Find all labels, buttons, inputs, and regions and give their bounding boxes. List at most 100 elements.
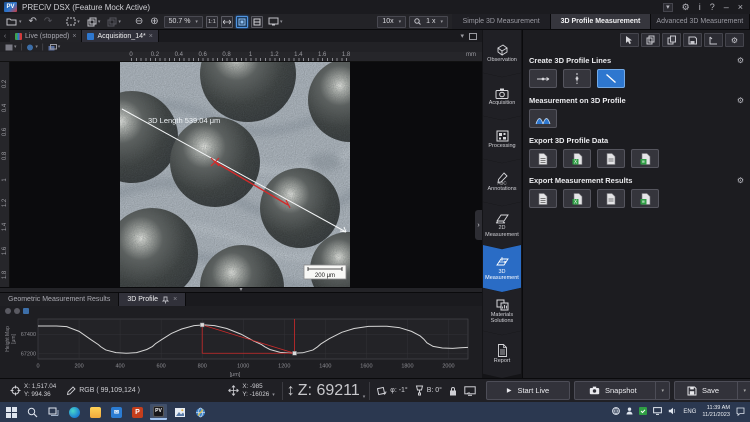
measurement-settings-icon[interactable]: ⚙ (737, 96, 744, 105)
horizontal-profile-line-button[interactable] (529, 69, 557, 88)
objective-select[interactable]: 10x▾ (377, 16, 406, 28)
powerpoint-icon[interactable]: P (129, 404, 146, 420)
help-icon[interactable]: ? (710, 3, 715, 12)
tab-live[interactable]: Live (stopped) × (10, 30, 82, 42)
z-position-readout[interactable]: ↕ Z: 69211 ▾ (282, 382, 370, 400)
fit-view-button[interactable] (236, 16, 248, 28)
display-monitor-button[interactable]: ▾ (266, 15, 285, 28)
zoom-in-button[interactable]: ⊕ (148, 15, 160, 28)
chart-export-icon[interactable] (23, 308, 29, 314)
nav-observation[interactable]: Observation (483, 30, 521, 77)
copy-measurement-button[interactable] (641, 33, 660, 47)
precv-app-icon[interactable]: PV (150, 404, 167, 420)
titlebar-dropdown-icon[interactable]: ▾ (663, 3, 673, 12)
nav-3d-measurement[interactable]: 3D Measurement (483, 245, 521, 292)
height-profile-chart[interactable]: 0200400600800100012001400160018002000672… (0, 315, 482, 378)
layers-button[interactable]: ▾ (48, 44, 61, 51)
tray-volume-icon[interactable] (668, 407, 677, 417)
tray-status-icon[interactable] (639, 407, 647, 417)
panel-collapse-handle[interactable]: › (475, 210, 482, 240)
tab-list-dropdown-icon[interactable]: ▾ (460, 32, 464, 40)
notification-monitor-icon[interactable] (464, 386, 476, 396)
select-tool-button[interactable]: ▾ (64, 15, 82, 28)
zoom-out-button[interactable]: ⊖ (133, 15, 145, 28)
taskbar-search-icon[interactable] (24, 404, 41, 420)
tab-3d-profile[interactable]: 3D Profile × (119, 293, 186, 306)
settings-gear-icon[interactable]: ⚙ (682, 3, 690, 12)
tray-user-icon[interactable] (626, 407, 633, 417)
nav-processing[interactable]: Processing (483, 116, 521, 163)
action-center-icon[interactable] (736, 407, 745, 418)
microscope-image[interactable]: 3D Length 539.04 μm 200 μm (120, 62, 350, 287)
overlay-toggle-button[interactable]: ▾ (26, 44, 38, 51)
export-results-settings-icon[interactable]: ⚙ (737, 176, 744, 185)
task-view-icon[interactable] (45, 404, 62, 420)
chart-zoom-icon[interactable] (14, 308, 20, 314)
tab-geometric-measurement-results[interactable]: Geometric Measurement Results (0, 293, 119, 306)
tray-globe-icon[interactable] (612, 407, 620, 417)
mail-app-icon[interactable]: ✉ (108, 404, 125, 420)
free-profile-line-button[interactable] (597, 69, 625, 88)
undo-button[interactable]: ↶ (27, 15, 39, 28)
edge-browser-icon[interactable] (66, 404, 83, 420)
tab-simple-3d-measurement[interactable]: Simple 3D Measurement (452, 14, 551, 29)
language-indicator[interactable]: ENG (683, 409, 696, 415)
export-results-excel-button[interactable]: X (563, 189, 591, 208)
export-results-csv-button[interactable] (529, 189, 557, 208)
file-explorer-icon[interactable] (87, 404, 104, 420)
display-mode-button[interactable]: ▾ (5, 44, 17, 51)
nav-acquisition[interactable]: Acquisition (483, 73, 521, 120)
paste-button[interactable]: ▾ (105, 15, 123, 28)
tab-3d-profile-measurement[interactable]: 3D Profile Measurement (551, 14, 650, 29)
image-canvas[interactable]: 0.20.40.60.811.21.41.61.8 (0, 62, 482, 287)
copy-button[interactable]: ▾ (85, 15, 103, 28)
fill-view-button[interactable] (251, 16, 263, 28)
fit-width-button[interactable] (221, 16, 233, 28)
save-button[interactable]: Save ▾ (674, 381, 750, 400)
tab-acquisition[interactable]: Acquisition_14* × (82, 30, 158, 42)
nav-materials-solutions[interactable]: Materials Solutions (483, 288, 521, 335)
export-results-text-button[interactable] (597, 189, 625, 208)
close-button[interactable]: × (738, 3, 743, 12)
float-window-icon[interactable] (469, 33, 477, 40)
minimize-button[interactable]: – (724, 3, 729, 12)
create-lines-settings-icon[interactable]: ⚙ (737, 56, 744, 65)
panel-settings-button[interactable]: ⚙ (725, 33, 744, 47)
stage-position-readout[interactable]: X: -985 Y: -16026 ▾ (228, 383, 274, 398)
vertical-profile-line-button[interactable] (563, 69, 591, 88)
snapshot-options-icon[interactable]: ▾ (655, 382, 669, 399)
profile-peak-measure-button[interactable] (529, 109, 557, 128)
open-file-button[interactable]: ▾ (4, 15, 24, 28)
save-options-icon[interactable]: ▾ (737, 382, 750, 399)
export-data-excel-button[interactable]: X (563, 149, 591, 168)
tray-display-icon[interactable] (653, 407, 662, 417)
lock-icon[interactable] (449, 386, 457, 396)
close-panel-icon[interactable]: × (173, 296, 177, 303)
export-data-csv-button[interactable] (529, 149, 557, 168)
select-cursor-button[interactable] (620, 33, 639, 47)
duplicate-measurement-button[interactable] (662, 33, 681, 47)
tab-advanced-3d-measurement[interactable]: Advanced 3D Measurement (651, 14, 750, 29)
view-1-1-button[interactable]: 1:1 (206, 16, 218, 28)
export-data-report-button[interactable]: ≡ (631, 149, 659, 168)
digital-zoom-select[interactable]: 1 x▾ (409, 16, 448, 28)
chart-zoom-reset-icon[interactable] (5, 308, 11, 314)
save-measurement-button[interactable] (683, 33, 702, 47)
pin-icon[interactable] (162, 296, 169, 304)
taskbar-clock[interactable]: 11:39 AM 11/21/2023 (702, 405, 730, 419)
info-icon[interactable]: i (699, 3, 701, 12)
nav-2d-measurement[interactable]: 2D Measurement (483, 202, 521, 249)
start-button[interactable] (3, 404, 20, 420)
redo-button[interactable]: ↷ (42, 15, 54, 28)
photos-app-icon[interactable] (171, 404, 188, 420)
export-data-text-button[interactable] (597, 149, 625, 168)
tab-scroll-left-icon[interactable]: ‹ (0, 33, 10, 40)
nav-annotations[interactable]: ABC Annotations (483, 159, 521, 206)
snapshot-button[interactable]: Snapshot ▾ (574, 381, 670, 400)
browser-globe-icon[interactable] (192, 404, 209, 420)
profile-line-button[interactable] (704, 33, 723, 47)
close-tab-icon[interactable]: × (72, 33, 76, 40)
nav-report[interactable]: Report (483, 331, 521, 378)
close-tab-icon[interactable]: × (149, 33, 153, 40)
export-results-report-button[interactable]: ≡ (631, 189, 659, 208)
